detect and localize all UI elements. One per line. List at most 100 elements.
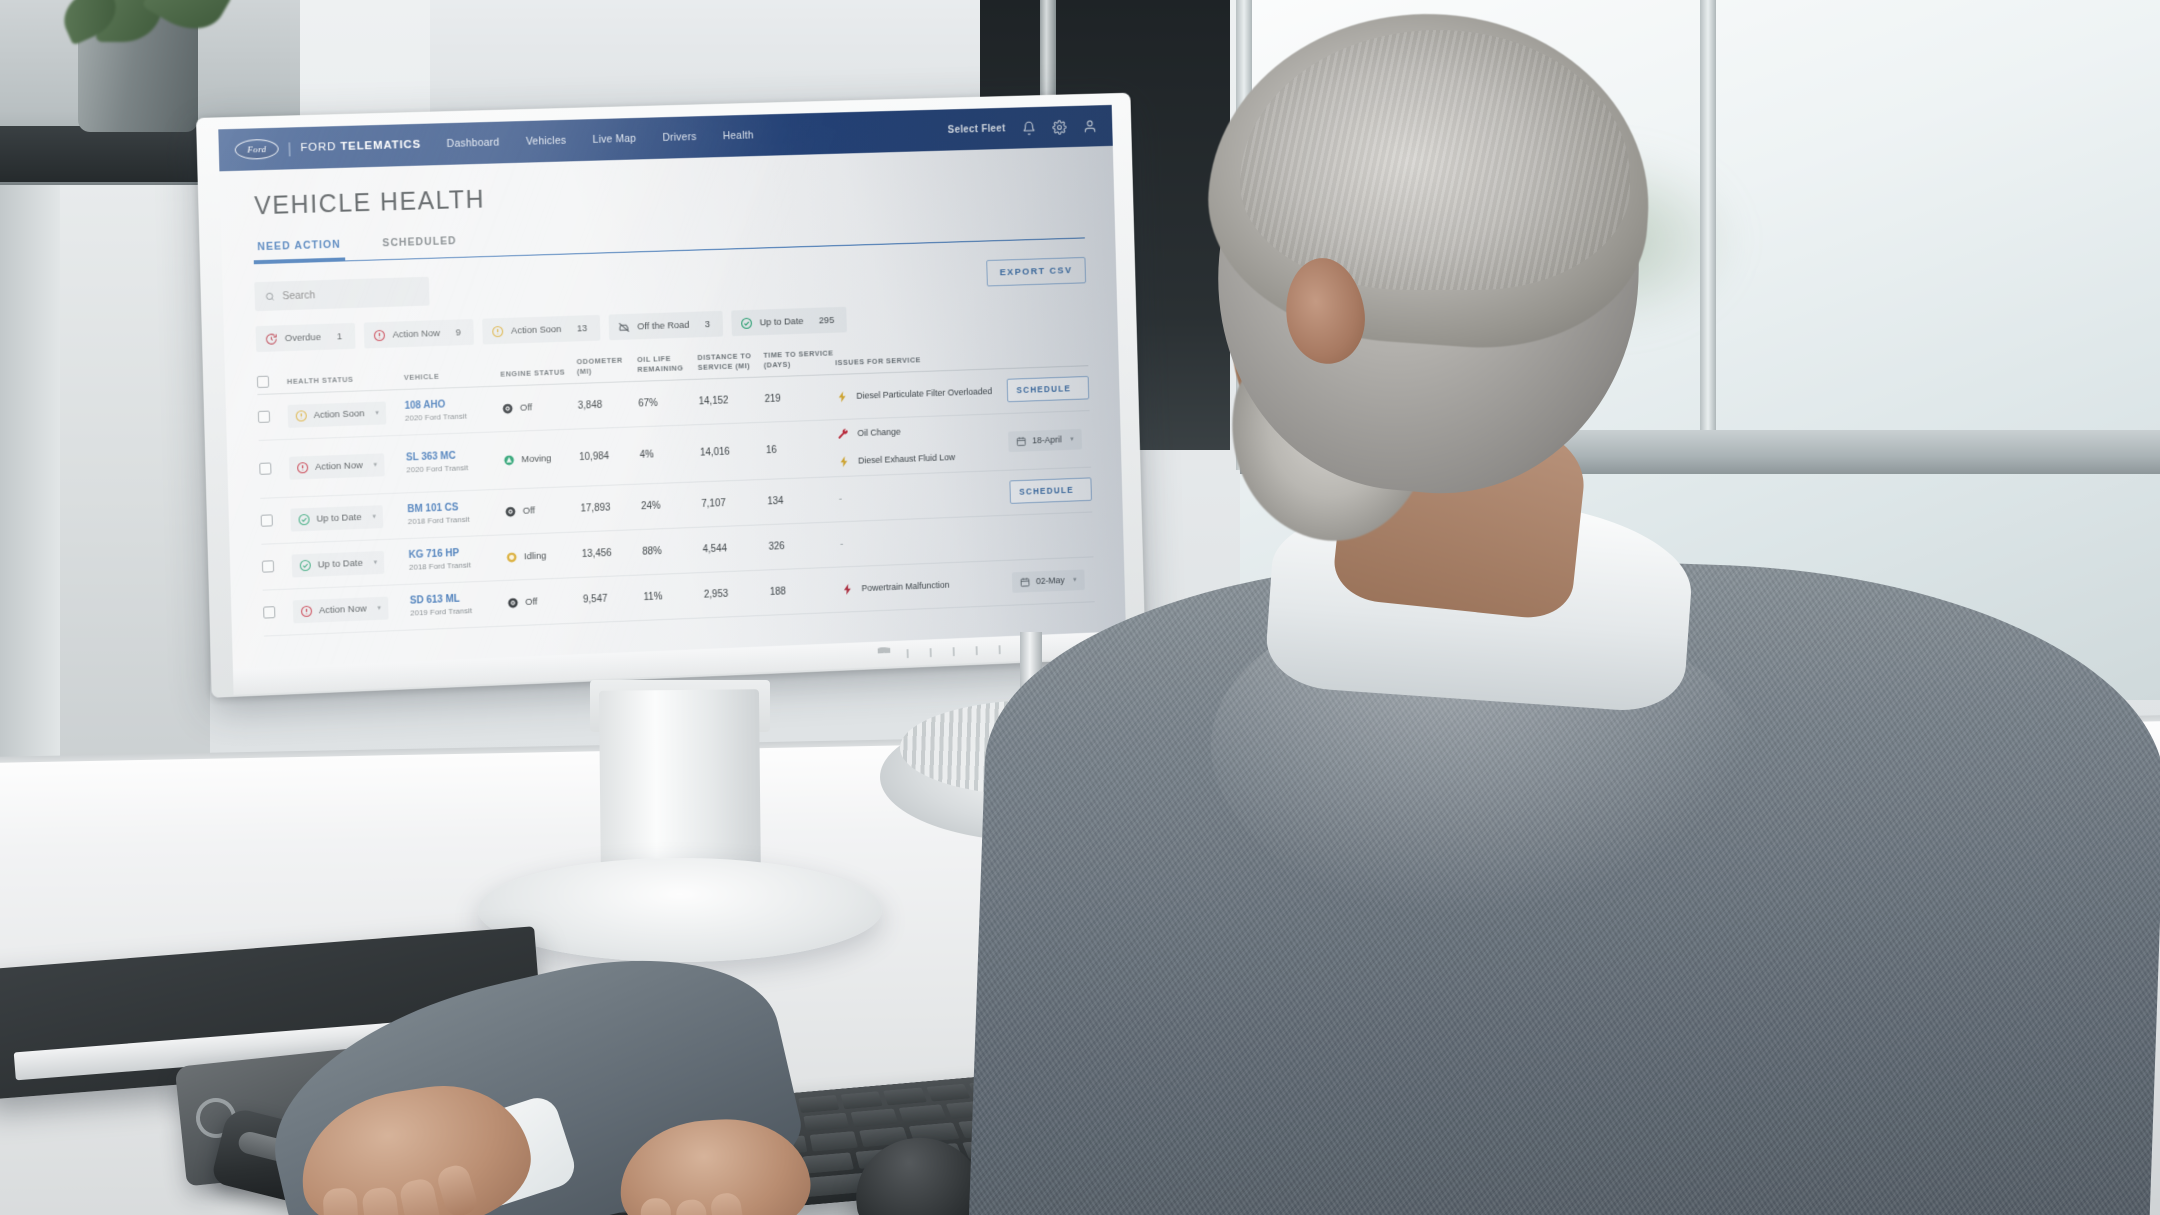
monitor-button[interactable] (998, 644, 1001, 654)
monitor-button[interactable] (929, 647, 932, 657)
cell-odometer: 9,547 (582, 593, 608, 606)
tab-bar: NEED ACTION SCHEDULED (253, 215, 1085, 265)
cell-action (1011, 534, 1093, 537)
key[interactable] (809, 1131, 859, 1152)
select-all-checkbox[interactable] (256, 375, 270, 389)
filter-label-action-soon: Action Soon (510, 323, 562, 337)
column-header-vehicle[interactable]: VEHICLE (404, 370, 501, 383)
chevron-down-icon[interactable]: ▾ (1070, 436, 1074, 443)
key[interactable] (883, 1087, 927, 1106)
tab-need-action[interactable]: NEED ACTION (253, 238, 346, 264)
ford-logo-icon[interactable]: Ford (234, 138, 279, 160)
filter-chip-up-to-date[interactable]: Up to Date 295 (731, 306, 848, 337)
row-checkbox[interactable] (261, 560, 275, 574)
chevron-down-icon[interactable]: ▾ (374, 461, 378, 469)
row-checkbox[interactable] (263, 606, 276, 620)
filter-chip-overdue[interactable]: Overdue 1 (255, 322, 356, 353)
nav-link-drivers[interactable]: Drivers (662, 131, 696, 144)
chevron-down-icon[interactable]: ▾ (372, 513, 376, 521)
column-header-distance[interactable]: DISTANCE TO SERVICE (MI) (697, 351, 763, 373)
key[interactable] (803, 1112, 850, 1132)
schedule-button[interactable]: SCHEDULE (1006, 376, 1090, 403)
key[interactable] (850, 1108, 899, 1128)
up-to-date-icon (740, 316, 753, 329)
action-soon-icon (491, 324, 504, 337)
cell-distance-to-service: 7,107 (701, 498, 726, 510)
cell-odometer: 13,456 (581, 547, 612, 561)
cell-distance-to-service: 4,544 (702, 543, 728, 556)
nav-link-vehicles[interactable]: Vehicles (526, 135, 567, 148)
vehicle-link[interactable]: 108 AHO (404, 398, 501, 412)
cell-action: 02-May ▾ (1011, 569, 1094, 593)
cell-vehicle: SL 363 MC 2020 Ford Transit (406, 450, 503, 475)
nav-link-health[interactable]: Health (723, 130, 754, 143)
filter-chip-off-the-road[interactable]: Off the Road 3 (608, 310, 724, 341)
column-header-odometer[interactable]: ODOMETER (MI) (576, 355, 637, 377)
column-header-engine-status[interactable]: ENGINE STATUS (500, 367, 577, 380)
brand-prefix: FORD (300, 141, 341, 155)
row-checkbox[interactable] (257, 411, 271, 424)
filter-chip-action-now[interactable]: Action Now 9 (363, 319, 475, 349)
cell-time-to-service: 16 (765, 444, 777, 457)
key[interactable] (898, 1104, 947, 1124)
schedule-button[interactable]: SCHEDULE (1009, 477, 1092, 505)
vehicle-link[interactable]: BM 101 CS (407, 501, 504, 516)
service-date-chip[interactable]: 18-April ▾ (1008, 428, 1082, 453)
key[interactable] (926, 1083, 971, 1102)
key[interactable] (801, 1152, 855, 1174)
column-header-issues: ISSUES FOR SERVICE (835, 355, 921, 368)
engine-status-label: Idling (523, 550, 547, 563)
cell-issues: Diesel Particulate Filter Overloaded (836, 382, 1007, 407)
key[interactable] (797, 1095, 840, 1113)
person (248, 0, 2160, 1215)
health-status-pill[interactable]: Action Now ▾ (292, 596, 389, 624)
column-header-health-status[interactable]: HEALTH STATUS (287, 373, 404, 387)
filter-count-up-to-date: 295 (818, 314, 835, 326)
nav-link-live-map[interactable]: Live Map (592, 133, 636, 146)
gear-icon[interactable] (1052, 119, 1067, 134)
health-status-pill[interactable]: Action Soon ▾ (287, 401, 387, 428)
service-date-chip[interactable]: 02-May ▾ (1011, 569, 1085, 593)
export-csv-button[interactable]: EXPORT CSV (985, 256, 1087, 287)
chevron-down-icon[interactable]: ▾ (374, 559, 378, 567)
search-input[interactable] (282, 285, 420, 302)
health-status-pill[interactable]: Up to Date ▾ (290, 505, 384, 532)
wrench-icon (838, 428, 848, 439)
filter-count-overdue: 1 (336, 330, 343, 342)
issue-label: Diesel Exhaust Fluid Low (858, 452, 956, 467)
health-status-pill[interactable]: Action Now ▾ (288, 453, 385, 480)
cell-health-status: Action Now ▾ (292, 596, 411, 624)
service-date-label: 02-May (1035, 575, 1065, 587)
column-header-time[interactable]: TIME TO SERVICE (DAYS) (763, 348, 835, 370)
row-select-cell (259, 462, 289, 476)
tab-scheduled[interactable]: SCHEDULED (378, 235, 461, 259)
chevron-down-icon[interactable]: ▾ (1073, 576, 1077, 584)
monitor-button[interactable] (952, 646, 955, 656)
cell-health-status: Up to Date ▾ (290, 504, 408, 532)
chevron-down-icon[interactable]: ▾ (375, 409, 379, 417)
ford-telematics-app: Ford | FORD TELEMATICS Dashboard Vehicle… (218, 104, 1126, 669)
bell-icon[interactable] (1022, 120, 1037, 135)
chevron-down-icon[interactable]: ▾ (377, 604, 381, 612)
vehicle-model: 2020 Ford Transit (406, 463, 469, 475)
filter-chip-action-soon[interactable]: Action Soon 13 (482, 314, 601, 345)
logo-separator: | (287, 139, 292, 157)
cell-issues: Oil Change Diesel Exhaust Fluid Low (837, 419, 1009, 471)
row-checkbox[interactable] (259, 462, 272, 476)
monitor-button[interactable] (975, 645, 978, 655)
monitor-button[interactable] (906, 648, 909, 658)
key[interactable] (840, 1091, 883, 1109)
vehicle-model: 2018 Ford Transit (408, 560, 471, 573)
filter-count-off-the-road: 3 (704, 318, 711, 330)
search-box[interactable] (254, 276, 430, 312)
vehicle-link[interactable]: SL 363 MC (406, 450, 503, 464)
engine-status-label: Off (522, 505, 536, 517)
row-checkbox[interactable] (260, 514, 273, 528)
calendar-icon (1020, 576, 1031, 587)
cell-issues: Powertrain Malfunction (841, 573, 1012, 599)
select-fleet-button[interactable]: Select Fleet (948, 123, 1006, 135)
service-date-label: 18-April (1032, 434, 1062, 446)
column-header-oil-life[interactable]: OIL LIFE REMAINING (637, 353, 698, 375)
health-status-pill[interactable]: Up to Date ▾ (291, 550, 385, 578)
nav-link-dashboard[interactable]: Dashboard (447, 137, 500, 150)
